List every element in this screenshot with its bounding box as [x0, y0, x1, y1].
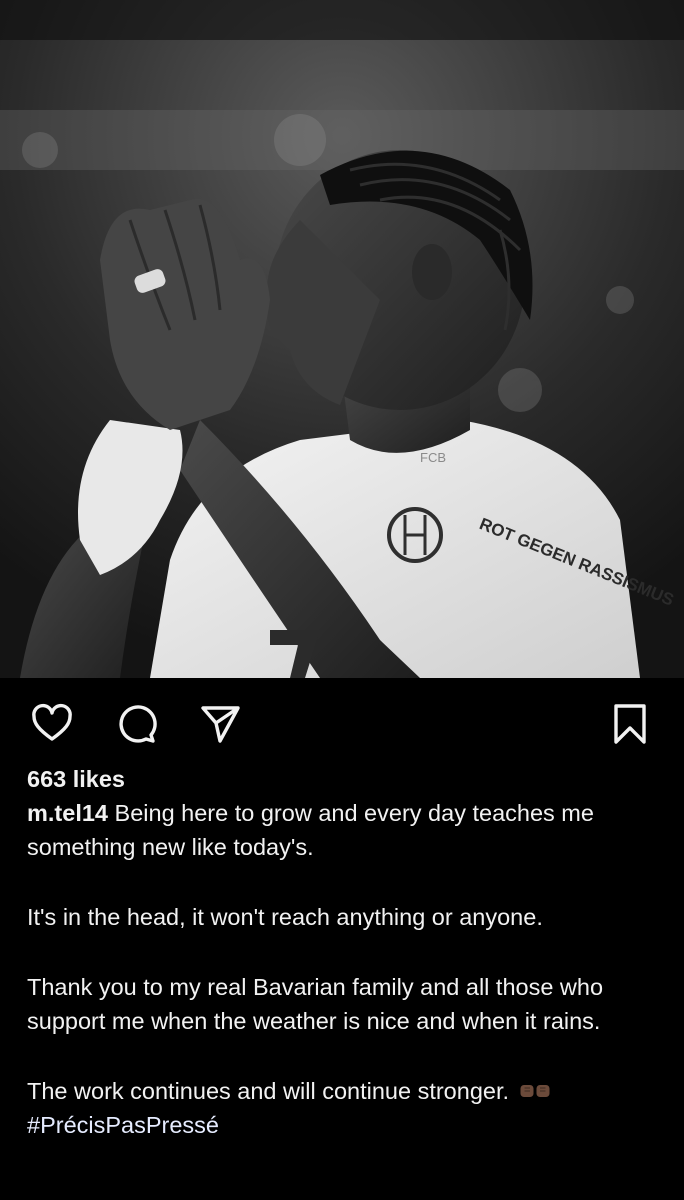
- fist-bump-emoji: [520, 1085, 550, 1097]
- player-photo-illustration: FCB ROT GEGEN RASSISMUS: [0, 0, 684, 678]
- post-actions-bar: [0, 678, 684, 768]
- username[interactable]: m.tel14: [27, 800, 108, 826]
- caption-paragraph-3-text: The work continues and will continue str…: [27, 1078, 510, 1104]
- caption-paragraph-1: It's in the head, it won't reach anythin…: [27, 904, 543, 930]
- heart-icon[interactable]: [28, 700, 76, 748]
- caption-first-line: Being here to grow and every day teaches…: [27, 800, 594, 860]
- comment-icon[interactable]: [112, 700, 160, 748]
- caption-paragraph-3: The work continues and will continue str…: [27, 1074, 667, 1108]
- post-meta: 663 likes m.tel14 Being here to grow and…: [27, 762, 667, 1142]
- send-icon[interactable]: [196, 700, 244, 748]
- caption-hashtag-line: #PrécisPasPressé: [27, 1108, 667, 1142]
- caption-paragraph-2: Thank you to my real Bavarian family and…: [27, 974, 604, 1034]
- likes-count[interactable]: 663 likes: [27, 762, 667, 796]
- jersey-badge-text: FCB: [420, 450, 446, 465]
- instagram-post: FCB ROT GEGEN RASSISMUS 663 likes m.tel1…: [0, 0, 684, 1200]
- caption: m.tel14 Being here to grow and every day…: [27, 796, 667, 864]
- bookmark-icon[interactable]: [606, 700, 654, 748]
- hashtag-link[interactable]: #PrécisPasPressé: [27, 1108, 219, 1142]
- post-photo[interactable]: FCB ROT GEGEN RASSISMUS: [0, 0, 684, 678]
